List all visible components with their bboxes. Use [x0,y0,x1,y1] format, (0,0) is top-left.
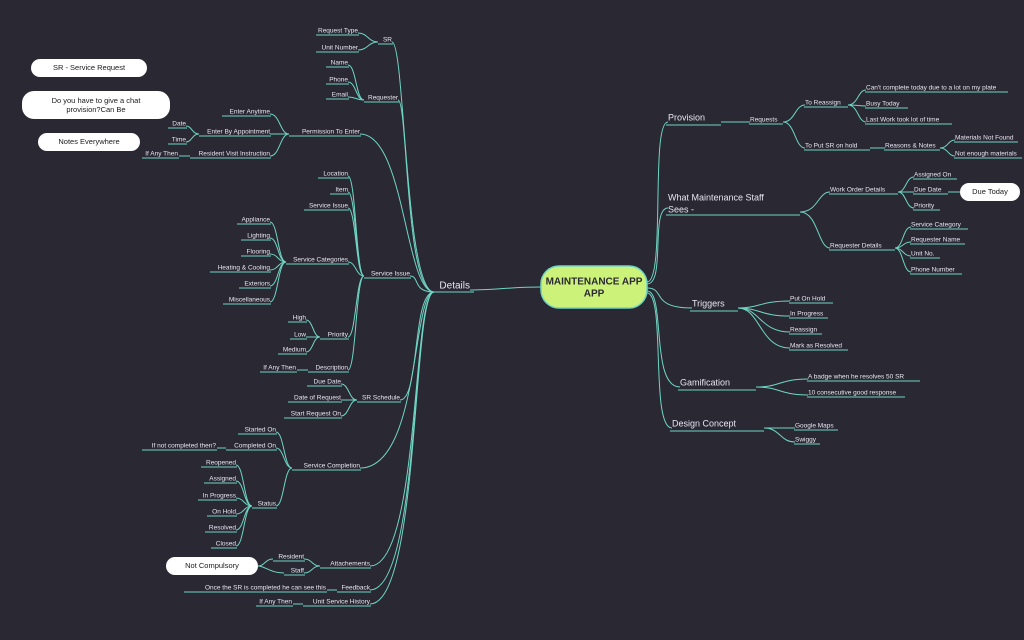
note-1a: Do you have to give a chat [52,96,142,105]
wodetails[interactable]: Work Order Details [830,187,886,194]
reqname[interactable]: Requester Name [911,237,961,244]
duedate[interactable]: Due Date [314,379,342,386]
mindmap-canvas[interactable]: MAINTENANCE APP APP SR - Service Request… [0,0,1024,640]
unitno[interactable]: Unit No. [911,251,935,258]
flooring[interactable]: Flooring [247,249,271,256]
markres[interactable]: Mark as Resolved [790,343,842,350]
svccomp[interactable]: Service Completion [304,463,361,470]
note-0: SR - Service Request [53,63,126,72]
duetoday: Due Today [972,187,1008,196]
note-2: Notes Everywhere [58,137,119,146]
oncesr[interactable]: Once the SR is completed he can see this [205,585,327,592]
requests[interactable]: Requests [750,117,778,124]
gamif[interactable]: Gamification [680,377,730,387]
srschedule[interactable]: SR Schedule [362,395,400,402]
wmss2: Sees - [668,204,694,214]
enter-anytime[interactable]: Enter Anytime [230,109,271,116]
details-label[interactable]: Details [439,281,470,292]
sr[interactable]: SR [383,37,392,44]
not-compulsory: Not Compulsory [185,561,239,570]
staff-a[interactable]: Staff [291,568,304,575]
ifnotcomp[interactable]: If not completed then? [152,443,217,450]
resolved[interactable]: Resolved [209,525,236,532]
attach[interactable]: Attachements [330,561,370,568]
startedon[interactable]: Started On [245,427,277,434]
priority[interactable]: Priority [328,332,349,339]
svccat[interactable]: Service Categories [293,257,349,264]
inprog2[interactable]: In Progress [790,311,824,318]
root-label-1: MAINTENANCE APP [546,277,643,288]
completedon[interactable]: Completed On [234,443,276,450]
svcissue2[interactable]: Service Issue [309,203,348,210]
name[interactable]: Name [331,60,349,67]
putsrhold[interactable]: To Put SR on hold [805,143,858,150]
misc[interactable]: Miscellaneous [229,297,271,304]
notenough[interactable]: Not enough materials [955,151,1018,158]
heating[interactable]: Heating & Cooling [218,265,271,272]
sr-unit[interactable]: Unit Number [322,45,359,52]
resident-a[interactable]: Resident [278,554,304,561]
root-label-2: APP [584,289,605,300]
email[interactable]: Email [332,92,349,99]
assigned[interactable]: Assigned [209,476,236,483]
reasons[interactable]: Reasons & Notes [885,143,936,150]
reopened[interactable]: Reopened [206,460,236,467]
tenconsec[interactable]: 10 consecutive good response [808,390,897,397]
triggers[interactable]: Triggers [692,298,725,308]
descr[interactable]: Description [315,365,348,372]
srvcat[interactable]: Service Category [911,222,962,229]
swiggy[interactable]: Swiggy [795,437,817,444]
busy[interactable]: Busy Today [866,101,900,108]
sr-reqtype[interactable]: Request Type [318,28,358,35]
cant[interactable]: Can't complete today due to a lot on my … [866,85,997,92]
phonenum[interactable]: Phone Number [911,267,956,274]
onhold[interactable]: On Hold [212,509,236,516]
dor[interactable]: Date of Request [294,395,341,402]
lighting[interactable]: Lighting [247,233,270,240]
svcissue[interactable]: Service Issue [371,271,410,278]
closed[interactable]: Closed [216,541,237,548]
toreassign[interactable]: To Reassign [805,100,841,107]
feedback[interactable]: Feedback [341,585,370,592]
matnf[interactable]: Materials Not Found [955,135,1014,142]
ifany2[interactable]: If Any Then [263,365,296,372]
low[interactable]: Low [294,332,306,339]
puthold[interactable]: Put On Hold [790,296,826,303]
exteriors[interactable]: Exteriors [244,281,270,288]
perm[interactable]: Permission To Enter [302,129,361,136]
requester[interactable]: Requester [368,95,399,102]
date[interactable]: Date [172,121,186,128]
phone[interactable]: Phone [329,77,348,84]
gmaps[interactable]: Google Maps [795,423,834,430]
time[interactable]: Time [172,137,187,144]
enter-appt[interactable]: Enter By Appointment [207,129,270,136]
ifanythen1[interactable]: If Any Then [145,151,178,158]
assignedon[interactable]: Assigned On [914,172,952,179]
wmss1[interactable]: What Maintenance Staff [668,192,764,202]
high[interactable]: High [293,315,307,322]
medium[interactable]: Medium [283,347,306,354]
lastwork[interactable]: Last Work took lot of time [866,117,940,124]
priority2[interactable]: Priority [914,203,935,210]
design[interactable]: Design Concept [672,418,737,428]
badge[interactable]: A badge when he resolves 50 SR [808,374,904,381]
note-1b: provision?Can Be [66,105,125,114]
duedate2[interactable]: Due Date [914,187,942,194]
status[interactable]: Status [258,501,277,508]
reqdetails[interactable]: Requester Details [830,243,882,250]
reassign2[interactable]: Reassign [790,327,817,334]
location[interactable]: Location [323,171,348,178]
ush[interactable]: Unit Service History [313,599,371,606]
appliance[interactable]: Appliance [241,217,270,224]
ifany3[interactable]: If Any Then [259,599,292,606]
inprog[interactable]: In Progress [203,493,237,500]
resident-visit[interactable]: Resident Visit Instruction [199,151,271,158]
item[interactable]: Item [335,187,348,194]
startreq[interactable]: Start Request On [291,411,342,418]
provision[interactable]: Provision [668,112,705,122]
